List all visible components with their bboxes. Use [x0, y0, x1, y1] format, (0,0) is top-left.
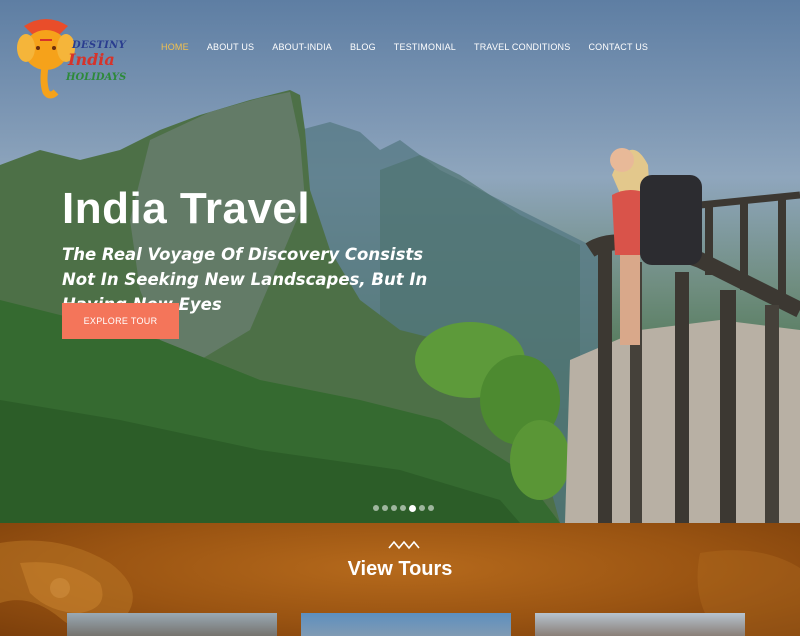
nav-testimonial[interactable]: TESTIMONIAL — [385, 42, 465, 52]
slider-dot[interactable] — [419, 505, 425, 511]
nav-about-india[interactable]: ABOUT-INDIA — [263, 42, 341, 52]
brand-line-2: India — [68, 50, 115, 69]
nav-travel-conditions[interactable]: TRAVEL CONDITIONS — [465, 42, 579, 52]
nav-home[interactable]: HOME — [152, 42, 198, 52]
tour-card[interactable] — [301, 613, 511, 636]
explore-tour-button[interactable]: EXPLORE TOUR — [62, 303, 179, 339]
main-nav: HOME ABOUT US ABOUT-INDIA BLOG TESTIMONI… — [152, 42, 657, 52]
hero-slider: DESTINY India HOLIDAYS HOME ABOUT US ABO… — [0, 0, 800, 523]
brand-logo[interactable]: DESTINY India HOLIDAYS — [16, 14, 126, 100]
slider-dot[interactable] — [373, 505, 379, 511]
hero-title: India Travel — [62, 184, 311, 233]
slider-dot[interactable] — [400, 505, 406, 511]
slider-dot-active[interactable] — [409, 504, 416, 512]
ganesha-icon — [17, 19, 75, 99]
nav-blog[interactable]: BLOG — [341, 42, 385, 52]
slider-dot[interactable] — [382, 505, 388, 511]
tours-section: View Tours — [0, 523, 800, 636]
nav-contact-us[interactable]: CONTACT US — [579, 42, 657, 52]
slider-dot[interactable] — [391, 505, 397, 511]
wave-divider-icon — [388, 540, 420, 550]
tours-title: View Tours — [347, 558, 453, 580]
nav-about-us[interactable]: ABOUT US — [198, 42, 263, 52]
tour-card[interactable] — [67, 613, 277, 636]
brand-line-3: HOLIDAYS — [66, 72, 127, 83]
tour-card[interactable] — [535, 613, 745, 636]
slider-dot[interactable] — [428, 505, 434, 511]
slider-pagination — [373, 504, 434, 512]
